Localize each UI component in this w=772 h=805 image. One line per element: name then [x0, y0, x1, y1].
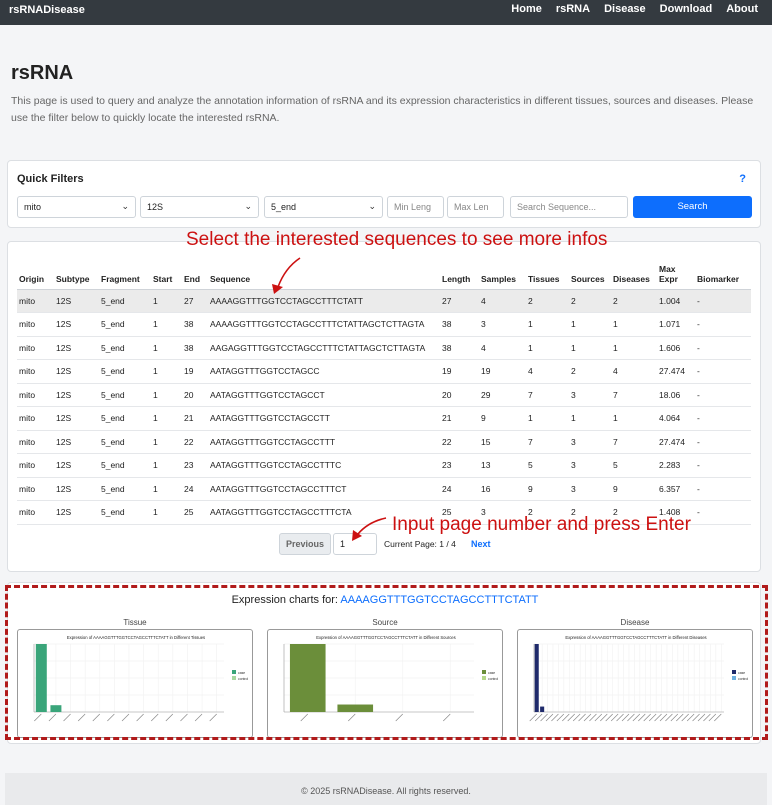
x-tick-label	[600, 713, 608, 722]
legend-swatch	[482, 676, 486, 680]
x-tick-label	[714, 713, 722, 722]
x-tick-label	[654, 713, 662, 722]
x-tick-label	[638, 713, 646, 722]
annotation-arrow	[277, 257, 301, 288]
x-tick-label	[627, 713, 635, 722]
x-tick-label	[551, 713, 559, 722]
chart-title: Expression of AAAAGGTTTGGTCCTAGCCTTTCTAT…	[565, 635, 706, 640]
legend-label: case	[238, 671, 245, 675]
x-tick-label	[665, 713, 673, 722]
x-tick-label	[686, 713, 695, 722]
arrowhead-icon	[272, 284, 283, 294]
chart-bar	[337, 704, 374, 712]
x-tick-label	[703, 713, 711, 722]
chart-bar	[534, 644, 539, 712]
tissue-chart-svg: Expression of AAAAGGTTTGGTCCTAGCCTTTCTAT…	[33, 635, 248, 722]
legend-label: case	[488, 671, 495, 675]
legend-label: control	[238, 677, 248, 681]
disease-chart-panel: Disease Expression of AAAAGGTTTGGTCCTAGC…	[517, 616, 753, 739]
x-tick-label	[676, 713, 684, 722]
footer: © 2025 rsRNADisease. All rights reserved…	[5, 773, 767, 805]
disease-chart-svg: Expression of AAAAGGTTTGGTCCTAGCCTTTCTAT…	[529, 635, 748, 722]
x-tick-label	[209, 713, 217, 722]
x-tick-label	[567, 713, 575, 722]
legend-swatch	[232, 676, 236, 680]
x-tick-label	[562, 713, 570, 722]
expression-charts-card: Expression charts for: AAAAGGTTTGGTCCTAG…	[7, 582, 761, 744]
x-tick-label	[605, 713, 613, 722]
x-tick-label	[643, 713, 651, 722]
legend-label: case	[738, 671, 745, 675]
x-tick-label	[572, 713, 581, 722]
x-tick-label	[681, 713, 689, 722]
x-tick-label	[594, 713, 603, 722]
source-chart-panel: Source Expression of AAAAGGTTTGGTCCTAGCC…	[267, 616, 503, 739]
x-tick-label	[621, 713, 630, 722]
x-tick-label	[63, 713, 71, 722]
x-tick-label	[534, 713, 543, 722]
x-tick-label	[395, 713, 403, 722]
x-tick-label	[578, 713, 586, 722]
x-tick-label	[589, 713, 597, 722]
x-tick-label	[659, 713, 668, 722]
x-tick-label	[121, 713, 130, 722]
chart-bar	[540, 706, 545, 712]
x-tick-label	[77, 713, 86, 722]
legend-swatch	[232, 670, 236, 674]
x-tick-label	[107, 713, 115, 722]
x-tick-label	[48, 713, 57, 722]
x-tick-label	[540, 713, 548, 722]
x-tick-label	[632, 713, 641, 722]
x-tick-label	[610, 713, 619, 722]
tissue-chart-panel: Tissue Expression of AAAAGGTTTGGTCCTAGCC…	[17, 616, 253, 739]
x-tick-label	[150, 713, 159, 722]
page-hint-annotation: Input page number and press Enter	[392, 514, 691, 535]
x-tick-label	[583, 713, 592, 722]
chart-title: Expression of AAAAGGTTTGGTCCTAGCCTTTCTAT…	[67, 635, 205, 640]
x-tick-label	[648, 713, 657, 722]
x-tick-label	[708, 713, 717, 722]
x-tick-label	[180, 713, 188, 722]
legend-swatch	[732, 676, 736, 680]
charts-heading: Expression charts for: AAAAGGTTTGGTCCTAG…	[8, 594, 762, 606]
x-tick-label	[692, 713, 700, 722]
legend-label: control	[488, 677, 498, 681]
legend-label: control	[738, 677, 748, 681]
tissue-chart[interactable]: Expression of AAAAGGTTTGGTCCTAGCCTTTCTAT…	[17, 629, 253, 738]
x-tick-label	[165, 713, 174, 722]
annotation-arrow	[357, 517, 387, 535]
source-chart[interactable]: Expression of AAAAGGTTTGGTCCTAGCCTTTCTAT…	[267, 629, 503, 738]
x-tick-label	[34, 713, 42, 722]
chart-title: Expression of AAAAGGTTTGGTCCTAGCCTTTCTAT…	[316, 635, 455, 640]
tissue-chart-label: Tissue	[123, 618, 147, 627]
disease-chart[interactable]: Expression of AAAAGGTTTGGTCCTAGCCTTTCTAT…	[517, 629, 753, 738]
charts-heading-sequence[interactable]: AAAAGGTTTGGTCCTAGCCTTTCTATT	[340, 594, 538, 606]
x-tick-label	[545, 713, 554, 722]
x-tick-label	[529, 713, 537, 722]
x-tick-label	[136, 713, 144, 722]
x-tick-label	[697, 713, 706, 722]
disease-chart-label: Disease	[620, 618, 650, 627]
x-tick-label	[556, 713, 565, 722]
x-tick-label	[300, 713, 308, 722]
source-chart-svg: Expression of AAAAGGTTTGGTCCTAGCCTTTCTAT…	[283, 635, 498, 722]
chart-bar	[289, 644, 326, 712]
chart-bar	[35, 644, 47, 712]
x-tick-label	[92, 713, 101, 722]
x-tick-label	[348, 713, 356, 722]
x-tick-label	[443, 713, 451, 722]
x-tick-label	[194, 713, 203, 722]
x-tick-label	[616, 713, 624, 722]
charts-heading-prefix: Expression charts for:	[231, 594, 338, 606]
chart-bar	[50, 705, 62, 712]
legend-swatch	[482, 670, 486, 674]
legend-swatch	[732, 670, 736, 674]
x-tick-label	[670, 713, 679, 722]
source-chart-label: Source	[372, 618, 398, 627]
